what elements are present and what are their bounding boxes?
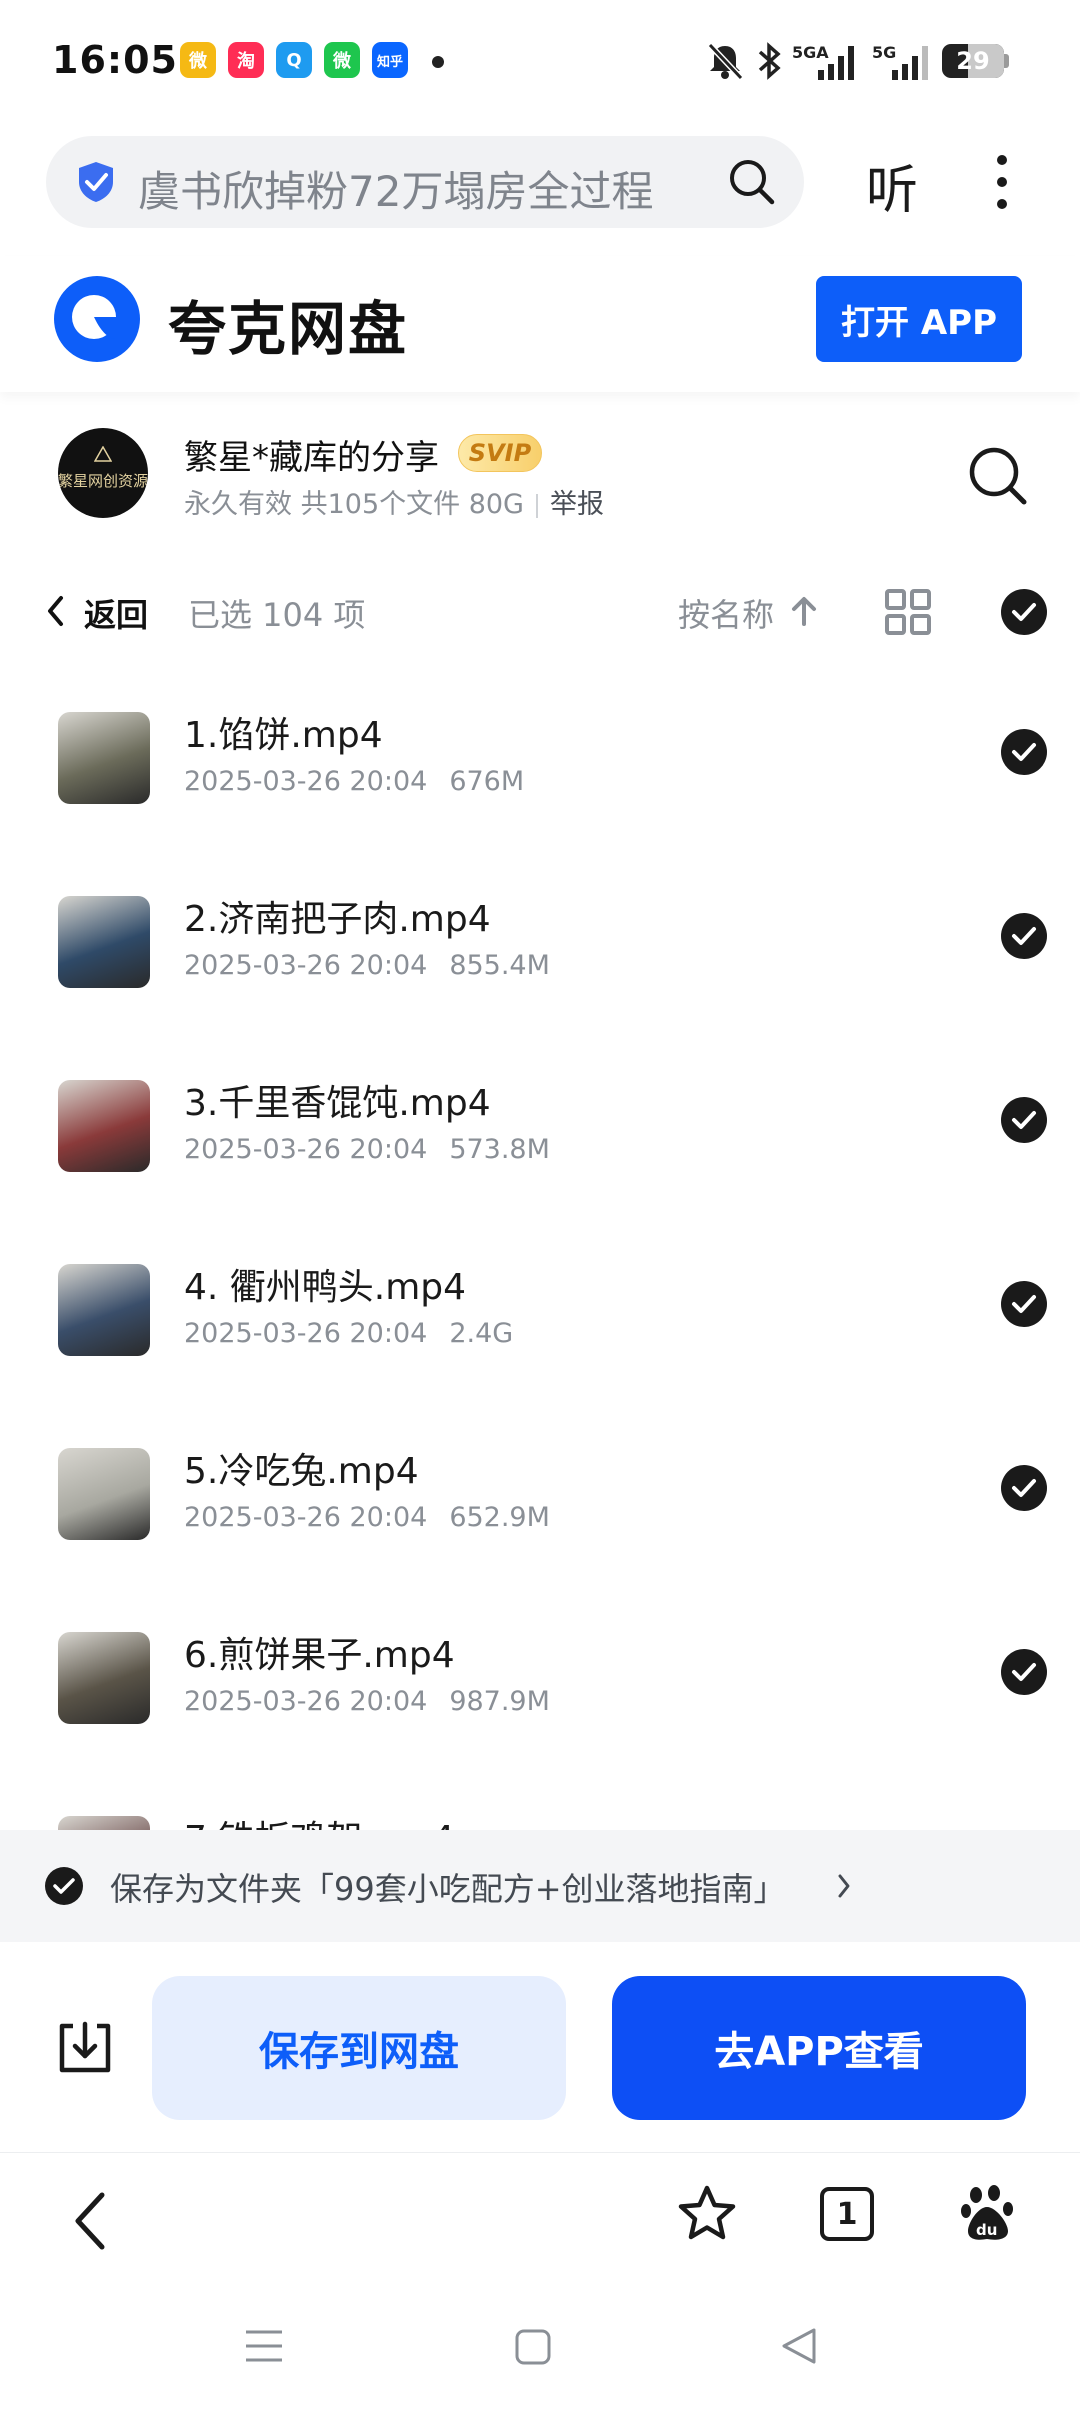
share-owner: 繁星*藏库的分享 — [184, 438, 439, 478]
grid-view-icon[interactable] — [884, 588, 932, 636]
baidu-paw-icon[interactable]: du — [960, 2183, 1016, 2245]
selected-count: 已选 104 项 — [188, 596, 366, 634]
chevron-right-icon[interactable] — [836, 1872, 852, 1900]
share-search-icon[interactable] — [966, 444, 1030, 508]
file-date: 2025-03-26 20:04 — [184, 950, 428, 981]
file-size: 676M — [449, 766, 525, 797]
system-nav-bar — [0, 2282, 1080, 2412]
svg-text:du: du — [976, 2221, 997, 2239]
share-meta: 永久有效 共105个文件 80G 举报 — [184, 482, 604, 521]
file-name: 1.馅饼.mp4 — [184, 715, 383, 756]
nav-back-icon[interactable] — [70, 2189, 110, 2253]
browser-bottom-nav: 1 du — [0, 2152, 1080, 2282]
file-size: 987.9M — [449, 1686, 550, 1717]
avatar-logo-mark — [94, 446, 112, 462]
file-row[interactable]: 5.冷吃兔.mp4 2025-03-26 20:04 652.9M — [0, 1442, 1080, 1626]
avatar-text: 繁星网创资源 — [58, 472, 148, 490]
home-icon[interactable] — [514, 2328, 552, 2366]
file-selected-check-icon[interactable] — [1000, 1464, 1048, 1512]
file-date: 2025-03-26 20:04 — [184, 1134, 428, 1165]
save-to-disk-button[interactable]: 保存到网盘 — [152, 1976, 566, 2120]
file-row[interactable]: 2.济南把子肉.mp4 2025-03-26 20:04 855.4M — [0, 890, 1080, 1074]
file-row[interactable]: 6.煎饼果子.mp4 2025-03-26 20:04 987.9M — [0, 1626, 1080, 1810]
file-meta: 2025-03-26 20:04 987.9M — [184, 1686, 550, 1717]
sort-by-name-button[interactable]: 按名称 — [678, 590, 774, 636]
share-meta-text: 永久有效 共105个文件 80G — [184, 489, 524, 520]
download-icon[interactable] — [56, 2020, 114, 2076]
file-name: 4. 衢州鸭头.mp4 — [184, 1267, 467, 1308]
go-to-app-button[interactable]: 去APP查看 — [612, 1976, 1026, 2120]
file-row[interactable]: 4. 衢州鸭头.mp4 2025-03-26 20:04 2.4G — [0, 1258, 1080, 1442]
quark-title: 夸克网盘 — [168, 295, 409, 363]
back-chevron-icon[interactable] — [46, 594, 66, 628]
back-button[interactable]: 返回 — [84, 590, 148, 636]
file-meta: 2025-03-26 20:04 2.4G — [184, 1318, 513, 1349]
file-size: 2.4G — [449, 1318, 514, 1349]
save-as-folder-bar[interactable]: 保存为文件夹「99套小吃配方+创业落地指南」 — [0, 1830, 1080, 1942]
file-selected-check-icon[interactable] — [1000, 1096, 1048, 1144]
file-name: 6.煎饼果子.mp4 — [184, 1635, 455, 1676]
video-thumbnail — [58, 712, 150, 804]
quark-logo-icon — [54, 276, 140, 362]
file-date: 2025-03-26 20:04 — [184, 1686, 428, 1717]
file-name: 7.铁板鸡架.mp4 — [184, 1810, 455, 1830]
file-name: 3.千里香馄饨.mp4 — [184, 1083, 491, 1124]
video-thumbnail — [58, 1632, 150, 1724]
video-thumbnail — [58, 1264, 150, 1356]
save-folder-check-icon[interactable] — [44, 1866, 84, 1906]
video-thumbnail — [58, 1080, 150, 1172]
file-row[interactable]: 1.馅饼.mp4 2025-03-26 20:04 676M — [0, 706, 1080, 890]
file-meta: 2025-03-26 20:04 573.8M — [184, 1134, 550, 1165]
video-thumbnail — [58, 896, 150, 988]
file-meta: 2025-03-26 20:04 676M — [184, 766, 524, 797]
file-date: 2025-03-26 20:04 — [184, 766, 428, 797]
select-all-checkbox-icon[interactable] — [1000, 588, 1048, 636]
file-name: 2.济南把子肉.mp4 — [184, 899, 491, 940]
video-thumbnail — [58, 1448, 150, 1540]
file-selected-check-icon[interactable] — [1000, 912, 1048, 960]
open-app-button[interactable]: 打开 APP — [816, 276, 1022, 362]
save-folder-label: 保存为文件夹「99套小吃配方+创业落地指南」 — [110, 1870, 786, 1908]
file-date: 2025-03-26 20:04 — [184, 1502, 428, 1533]
file-row[interactable]: 3.千里香馄饨.mp4 2025-03-26 20:04 573.8M — [0, 1074, 1080, 1258]
file-name: 5.冷吃兔.mp4 — [184, 1451, 419, 1492]
file-meta: 2025-03-26 20:04 855.4M — [184, 950, 550, 981]
share-avatar: 繁星网创资源 — [58, 428, 148, 518]
video-thumbnail — [58, 1816, 150, 1830]
file-selected-check-icon[interactable] — [1000, 1280, 1048, 1328]
file-size: 573.8M — [449, 1134, 550, 1165]
file-selected-check-icon[interactable] — [1000, 1648, 1048, 1696]
quark-header: 夸克网盘 打开 APP — [0, 256, 1080, 392]
report-link[interactable]: 举报 — [550, 489, 604, 520]
file-selected-check-icon[interactable] — [1000, 728, 1048, 776]
recent-apps-icon[interactable] — [244, 2328, 284, 2364]
system-back-icon[interactable] — [780, 2326, 818, 2366]
file-meta: 2025-03-26 20:04 652.9M — [184, 1502, 550, 1533]
tabs-count-icon[interactable]: 1 — [820, 2187, 874, 2241]
file-size: 652.9M — [449, 1502, 550, 1533]
file-size: 855.4M — [449, 950, 550, 981]
bookmark-star-icon[interactable] — [676, 2183, 738, 2245]
file-row[interactable]: 7.铁板鸡架.mp4 — [0, 1810, 1080, 1830]
sort-ascending-icon[interactable] — [790, 594, 818, 628]
file-date: 2025-03-26 20:04 — [184, 1318, 428, 1349]
svip-badge: SVIP — [458, 434, 542, 472]
